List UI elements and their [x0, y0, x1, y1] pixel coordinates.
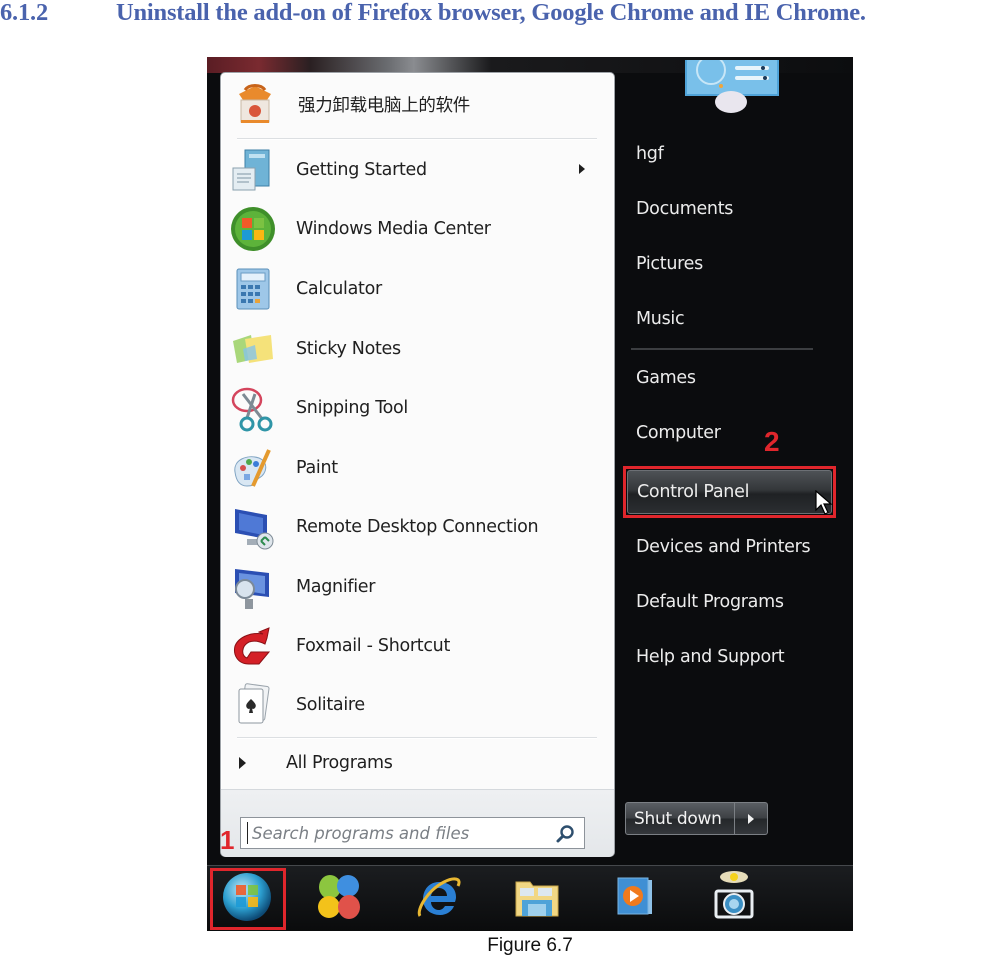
- program-label: Magnifier: [296, 577, 376, 597]
- programs-separator: [237, 737, 597, 738]
- places-item-default-programs[interactable]: Default Programs: [621, 580, 829, 624]
- foxmail-icon: [229, 622, 277, 670]
- places-item-label: Music: [636, 309, 685, 329]
- search-area: [221, 789, 614, 857]
- places-item-label: Devices and Printers: [636, 537, 811, 557]
- sticky-notes-icon: [229, 325, 277, 373]
- program-label: Sticky Notes: [296, 339, 401, 359]
- program-item-windows-media-center[interactable]: Windows Media Center: [229, 201, 601, 257]
- magnifier-icon: [229, 563, 277, 611]
- all-programs-button[interactable]: All Programs: [235, 745, 595, 781]
- program-item-solitaire[interactable]: Solitaire: [229, 677, 601, 733]
- triangle-right-icon: [239, 757, 246, 769]
- places-item-label: Pictures: [636, 254, 703, 274]
- places-item-label: Computer: [636, 423, 721, 443]
- snipping-tool-icon: [229, 384, 277, 432]
- places-item-help-and-support[interactable]: Help and Support: [621, 635, 829, 679]
- program-item-paint[interactable]: Paint: [229, 440, 601, 496]
- program-label: Snipping Tool: [296, 398, 408, 418]
- calculator-icon: [229, 265, 277, 313]
- windows-media-center-icon: [229, 205, 277, 253]
- program-label: Paint: [296, 458, 338, 478]
- places-item-pictures[interactable]: Pictures: [621, 242, 829, 286]
- section-title: Uninstall the add-on of Firefox browser,…: [116, 0, 866, 26]
- places-item-label: Documents: [636, 199, 734, 219]
- program-label: Remote Desktop Connection: [296, 517, 539, 537]
- shutdown-options-button[interactable]: [735, 802, 768, 835]
- program-item-sticky-notes[interactable]: Sticky Notes: [229, 321, 601, 377]
- program-item-calculator[interactable]: Calculator: [229, 261, 601, 317]
- solitaire-icon: [229, 681, 277, 729]
- places-separator: [631, 348, 813, 350]
- places-item-user[interactable]: hgf: [621, 132, 829, 176]
- step-1-marker: 1: [220, 825, 235, 855]
- search-icon[interactable]: [555, 824, 575, 844]
- taskbar-item-internet-explorer[interactable]: [409, 870, 469, 928]
- figure-caption: Figure 6.7: [487, 935, 573, 956]
- program-label: Calculator: [296, 279, 382, 299]
- places-item-devices-and-printers[interactable]: Devices and Printers: [621, 525, 829, 569]
- shutdown-group: Shut down: [625, 802, 768, 835]
- program-label: Getting Started: [296, 160, 427, 180]
- section-heading: 6.1.2 Uninstall the add-on of Firefox br…: [0, 0, 998, 30]
- user-picture[interactable]: [683, 57, 787, 116]
- program-item-remote-desktop[interactable]: Remote Desktop Connection: [229, 499, 601, 555]
- program-item-foxmail[interactable]: Foxmail - Shortcut: [229, 618, 601, 674]
- media-player-icon: [610, 872, 660, 927]
- pinned-item-label: 强力卸载电脑上的软件: [298, 95, 470, 116]
- shutdown-label: Shut down: [634, 808, 722, 829]
- camera-icon: [708, 869, 758, 930]
- program-item-getting-started[interactable]: Getting Started: [229, 142, 601, 198]
- control-panel-highlight: [623, 466, 836, 518]
- pinned-separator: [237, 138, 597, 139]
- places-item-documents[interactable]: Documents: [621, 187, 829, 231]
- search-box[interactable]: [240, 817, 585, 849]
- start-menu-screenshot: 强力卸载电脑上的软件 Getting Started Windows Media…: [207, 57, 853, 931]
- section-number: 6.1.2: [0, 0, 49, 26]
- places-item-label: Games: [636, 368, 696, 388]
- submenu-arrow-icon[interactable]: [579, 164, 585, 174]
- start-button-highlight: [210, 868, 286, 930]
- program-item-snipping-tool[interactable]: Snipping Tool: [229, 380, 601, 436]
- places-item-games[interactable]: Games: [621, 356, 829, 400]
- program-label: Windows Media Center: [296, 219, 491, 239]
- taskbar-item-camera-app[interactable]: [703, 870, 763, 928]
- places-item-label: Help and Support: [636, 647, 785, 667]
- pinned-item-uninstaller[interactable]: 强力卸载电脑上的软件: [231, 79, 601, 129]
- program-item-magnifier[interactable]: Magnifier: [229, 559, 601, 615]
- folder-library-icon: [512, 872, 562, 927]
- internet-explorer-icon: [414, 872, 464, 927]
- places-item-label: Default Programs: [636, 592, 784, 612]
- search-input[interactable]: [247, 822, 552, 844]
- step-2-marker: 2: [764, 426, 780, 457]
- program-label: Solitaire: [296, 695, 365, 715]
- uninstaller-box-icon: [231, 80, 279, 128]
- program-label: Foxmail - Shortcut: [296, 636, 451, 656]
- paint-icon: [229, 444, 277, 492]
- taskbar-item-windows-explorer[interactable]: [507, 870, 567, 928]
- four-petal-app-icon: [314, 872, 364, 927]
- all-programs-label: All Programs: [286, 753, 393, 773]
- taskbar: [207, 865, 853, 931]
- places-item-computer[interactable]: Computer: [621, 411, 829, 455]
- places-item-label: hgf: [636, 144, 664, 164]
- shutdown-button[interactable]: Shut down: [625, 802, 735, 835]
- remote-desktop-icon: [229, 503, 277, 551]
- getting-started-icon: [229, 146, 277, 194]
- triangle-right-icon: [748, 813, 754, 824]
- taskbar-item-media-player[interactable]: [605, 870, 665, 928]
- taskbar-item-colorful-app[interactable]: [309, 870, 369, 928]
- places-item-music[interactable]: Music: [621, 297, 829, 341]
- start-menu-programs-pane: 强力卸载电脑上的软件 Getting Started Windows Media…: [220, 72, 615, 857]
- mouse-pointer-icon: [815, 489, 833, 516]
